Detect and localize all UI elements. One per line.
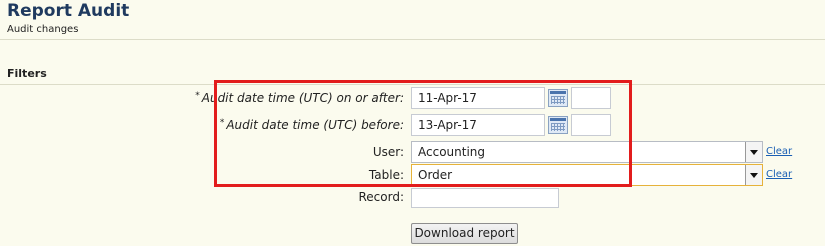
date-from-input[interactable]: 11-Apr-17 (411, 87, 545, 109)
page-subtitle: Audit changes (7, 24, 79, 35)
required-marker: * (219, 118, 225, 128)
page-title: Report Audit (7, 1, 130, 21)
table-select-value: Order (418, 168, 453, 182)
required-marker: * (195, 91, 200, 101)
header-divider (0, 39, 825, 40)
download-report-button[interactable]: Download report (411, 223, 518, 244)
record-input[interactable] (411, 188, 559, 208)
record-label: Record: (358, 190, 404, 204)
date-to-label: * Audit date time (UTC) before: (220, 118, 404, 132)
date-to-input[interactable]: 13-Apr-17 (411, 114, 545, 136)
date-to-time-input[interactable] (571, 114, 611, 136)
filters-heading: Filters (7, 67, 47, 80)
chevron-down-icon[interactable] (745, 165, 762, 185)
table-clear-link[interactable]: Clear (766, 169, 792, 180)
date-from-time-input[interactable] (571, 87, 611, 109)
table-select[interactable]: Order (411, 164, 763, 186)
user-select[interactable]: Accounting (411, 141, 763, 163)
filters-divider (0, 84, 825, 85)
chevron-down-icon[interactable] (745, 142, 762, 162)
calendar-icon[interactable] (548, 116, 568, 134)
user-label: User: (372, 145, 404, 159)
calendar-icon[interactable] (548, 89, 568, 107)
date-from-label: * Audit date time (UTC) on or after: (195, 91, 404, 105)
date-from-label-text: Audit date time (UTC) on or after: (201, 91, 404, 105)
date-to-label-text: Audit date time (UTC) before: (226, 118, 404, 132)
user-select-value: Accounting (418, 145, 486, 159)
user-clear-link[interactable]: Clear (766, 146, 792, 157)
table-label: Table: (368, 168, 404, 182)
